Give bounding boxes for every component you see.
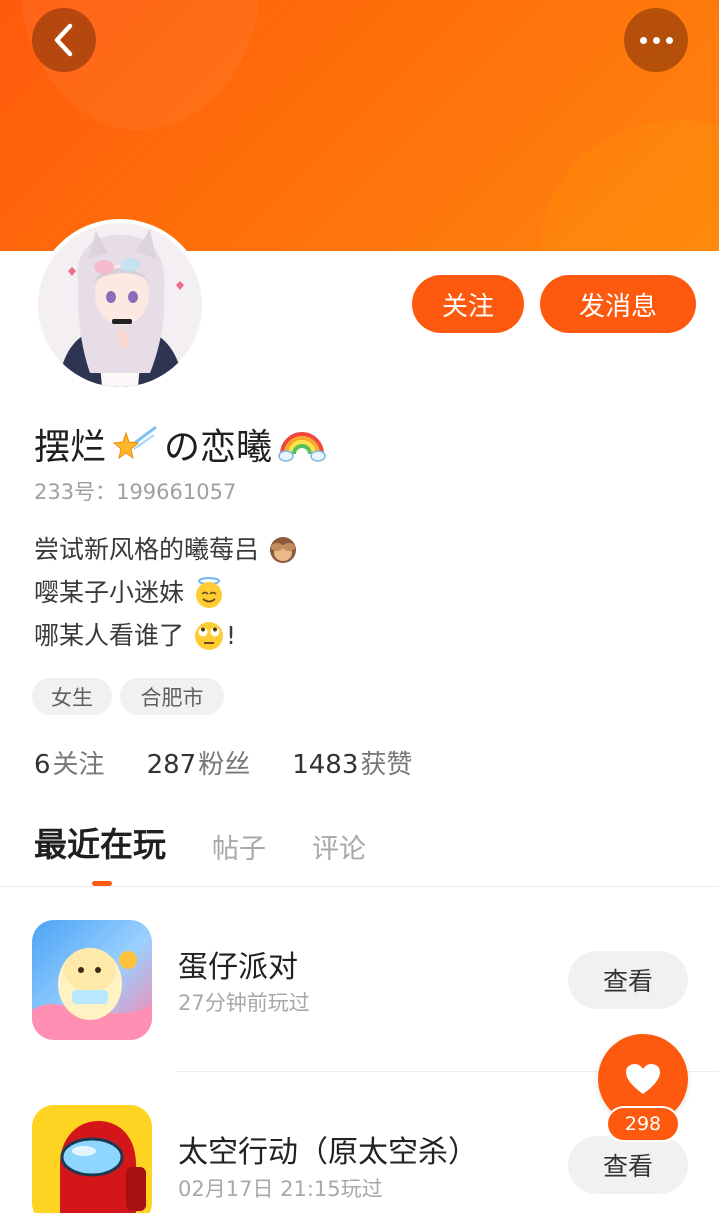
game-played-time: 02月17日 21:15玩过 — [178, 1177, 383, 1201]
more-dots-icon — [639, 36, 673, 44]
bio-line: 嘤某子小迷妹 — [34, 571, 299, 614]
avatar-image — [38, 223, 202, 387]
view-game-button[interactable]: 查看 — [568, 1136, 688, 1194]
followers-count[interactable]: 287 粉丝 — [147, 744, 251, 781]
shooting-star-icon — [112, 425, 157, 460]
nickname-text-end: の恋曦 — [164, 427, 273, 468]
following-count[interactable]: 6 关注 — [34, 744, 105, 781]
bio-line: 尝试新风格的曦莓吕 — [34, 528, 299, 571]
follow-button[interactable]: 关注 — [412, 275, 524, 333]
space-action-icon[interactable] — [32, 1105, 152, 1213]
eggy-party-icon[interactable] — [32, 920, 152, 1040]
view-game-button[interactable]: 查看 — [568, 951, 688, 1009]
game-played-time: 27分钟前玩过 — [178, 991, 310, 1015]
gender-tag: 女生 — [32, 678, 112, 715]
city-tag: 合肥市 — [120, 678, 224, 715]
send-message-button[interactable]: 发消息 — [540, 275, 696, 333]
like-count-badge: 298 — [606, 1106, 680, 1142]
bio-line: 哪某人看谁了 ! — [34, 621, 236, 650]
profile-header-background — [0, 0, 719, 251]
profile-stats: 6 关注 287 粉丝 1483 获赞 — [34, 744, 454, 781]
nickname-text-start: 摆烂 — [34, 427, 107, 468]
heart-icon — [626, 1064, 660, 1094]
bio: 尝试新风格的曦莓吕 嘤某子小迷妹 哪某人看谁了 ! — [34, 528, 299, 657]
tabs-divider — [0, 886, 719, 887]
tab-comments[interactable]: 评论 — [312, 827, 366, 866]
eye-roll-face-icon — [194, 622, 223, 650]
back-button[interactable] — [32, 8, 96, 72]
user-id: 233号：199661057 — [34, 480, 237, 504]
profile-tabs: 最近在玩 帖子 评论 — [34, 818, 412, 866]
tab-recently-played[interactable]: 最近在玩 — [34, 818, 166, 866]
tab-posts[interactable]: 帖子 — [212, 827, 266, 866]
angel-face-icon — [195, 577, 222, 608]
see-no-evil-monkey-icon — [269, 537, 296, 563]
nickname: 摆烂 の恋曦 — [34, 418, 326, 470]
rainbow-icon — [278, 432, 326, 462]
game-title[interactable]: 太空行动（原太空杀） — [178, 1127, 478, 1171]
likes-count: 1483 获赞 — [292, 750, 413, 780]
avatar[interactable] — [34, 219, 206, 391]
chevron-left-icon — [54, 23, 73, 57]
more-button[interactable] — [624, 8, 688, 72]
game-title[interactable]: 蛋仔派对 — [178, 942, 298, 986]
